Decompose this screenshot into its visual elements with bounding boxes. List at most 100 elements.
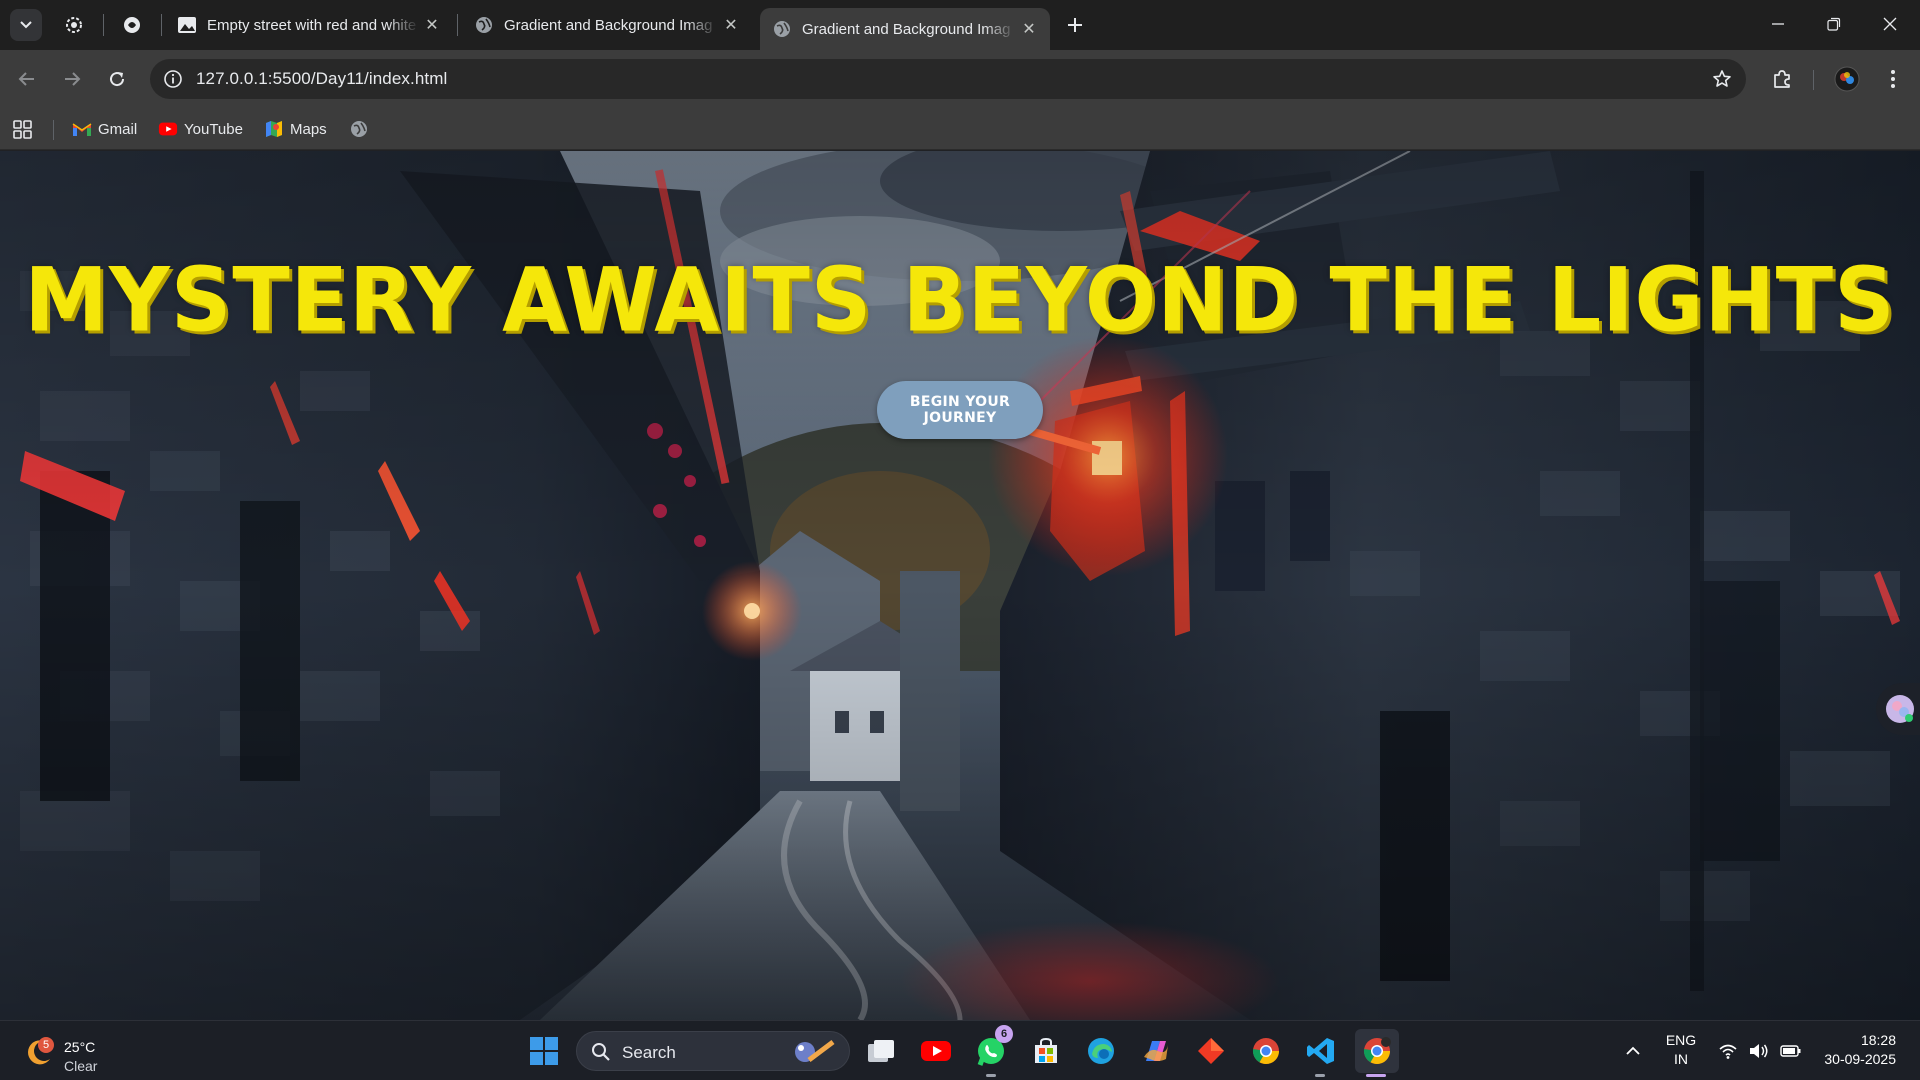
search-icon: [592, 1043, 610, 1061]
task-view-icon: [868, 1040, 894, 1062]
minimize-icon: [1772, 23, 1784, 25]
chevron-up-icon: [1626, 1046, 1640, 1055]
arrow-right-icon: [65, 72, 81, 86]
close-icon[interactable]: ✕: [718, 12, 744, 38]
close-icon[interactable]: ✕: [1016, 16, 1042, 42]
pinned-tab-1[interactable]: [60, 11, 88, 39]
chrome-icon: [1252, 1038, 1280, 1065]
chrome-app-button[interactable]: [1248, 1033, 1284, 1069]
start-button[interactable]: [526, 1033, 562, 1069]
puzzle-icon: [1774, 70, 1790, 88]
wifi-icon: [1719, 1044, 1737, 1059]
tab-2[interactable]: Gradient and Background Imag ✕: [462, 8, 752, 42]
extensions-button[interactable]: [1765, 62, 1799, 96]
bookmark-label: YouTube: [184, 120, 243, 138]
assistant-avatar-icon: [1886, 695, 1914, 723]
bookmark-gmail[interactable]: Gmail: [72, 116, 137, 142]
tab-divider: [457, 14, 458, 36]
pinned-tab-2[interactable]: [118, 11, 146, 39]
new-tab-button[interactable]: [1060, 10, 1090, 40]
close-window-button[interactable]: [1862, 0, 1918, 48]
reload-button[interactable]: [100, 62, 134, 96]
store-app-button[interactable]: [1028, 1033, 1064, 1069]
edge-app-button[interactable]: [1083, 1033, 1119, 1069]
store-icon: [1035, 1037, 1057, 1063]
tab-title: Gradient and Background Imag: [802, 20, 1011, 38]
tab-title: Gradient and Background Imag: [504, 16, 713, 34]
youtube-icon: [921, 1041, 951, 1061]
globe-icon: [349, 119, 369, 139]
tab-search-button[interactable]: [10, 9, 42, 41]
apps-grid-icon[interactable]: [12, 118, 34, 140]
hero-headline: MYSTERY AWAITS BEYOND THE LIGHTS: [24, 248, 1896, 352]
close-icon: [1883, 17, 1897, 31]
arrow-left-icon: [18, 72, 34, 86]
diamond-app-icon: [1198, 1038, 1224, 1064]
language-code: ENG: [1665, 1032, 1697, 1048]
tab-divider: [161, 14, 162, 36]
chatgpt-icon: [124, 17, 140, 33]
clock[interactable]: 18:28 30-09-2025: [1810, 1032, 1910, 1067]
bookmark-youtube[interactable]: YouTube: [158, 116, 243, 142]
reload-icon: [110, 72, 125, 87]
weather-condition: Clear: [64, 1058, 98, 1074]
search-placeholder: Search: [622, 1043, 676, 1062]
floating-assistant-widget[interactable]: [1876, 683, 1920, 735]
youtube-icon: [158, 119, 178, 139]
tab-title: Empty street with red and white: [207, 16, 417, 34]
minimize-button[interactable]: [1750, 0, 1806, 48]
show-hidden-icons-button[interactable]: [1615, 1033, 1651, 1069]
youtube-app-button[interactable]: [918, 1033, 954, 1069]
forward-button[interactable]: [55, 62, 89, 96]
maps-icon: [264, 119, 284, 139]
red-diamond-app-button[interactable]: [1193, 1033, 1229, 1069]
close-icon[interactable]: ✕: [419, 12, 445, 38]
taskbar-search-box[interactable]: Search: [576, 1031, 850, 1071]
page-viewport: MYSTERY AWAITS BEYOND THE LIGHTS BEGIN Y…: [0, 151, 1920, 1020]
search-highlight-icon: [795, 1040, 835, 1062]
running-indicator: [1315, 1074, 1325, 1077]
chrome-icon: [1363, 1037, 1391, 1065]
windows-taskbar: 5 25°C Clear Search 6 ENG IN 18:28 30-09…: [0, 1020, 1920, 1080]
language-indicator[interactable]: ENG IN: [1664, 1032, 1698, 1067]
weather-widget[interactable]: 5 25°C Clear: [22, 1031, 152, 1074]
tab-1[interactable]: Empty street with red and white ✕: [165, 8, 453, 42]
whatsapp-app-button[interactable]: 6: [973, 1025, 1013, 1069]
restore-button[interactable]: [1806, 0, 1862, 48]
address-bar[interactable]: 127.0.0.1:5500/Day11/index.html: [150, 59, 1746, 99]
begin-journey-button[interactable]: BEGIN YOUR JOURNEY: [877, 381, 1043, 439]
url-text[interactable]: 127.0.0.1:5500/Day11/index.html: [196, 69, 447, 89]
edge-icon: [1088, 1038, 1114, 1064]
volume-icon: [1750, 1044, 1768, 1058]
browser-toolbar: 127.0.0.1:5500/Day11/index.html: [0, 50, 1920, 108]
browser-menu-button[interactable]: [1876, 62, 1910, 96]
more-vertical-icon: [1891, 70, 1895, 88]
active-indicator: [1366, 1074, 1386, 1077]
system-tray-quick-settings[interactable]: [1712, 1033, 1808, 1069]
copilot-app-button[interactable]: [1138, 1033, 1174, 1069]
bookmark-maps[interactable]: Maps: [264, 116, 327, 142]
bookmark-globe[interactable]: [349, 116, 375, 142]
image-site-icon: [177, 15, 197, 35]
globe-icon: [474, 15, 494, 35]
chrome-active-app-button[interactable]: [1355, 1029, 1399, 1073]
copilot-icon: [1144, 1041, 1168, 1061]
task-view-button[interactable]: [863, 1033, 899, 1069]
bookmark-star-icon[interactable]: [1710, 67, 1734, 91]
bookmark-label: Gmail: [98, 120, 138, 138]
clock-time: 18:28: [1860, 1032, 1896, 1048]
tab-strip: Empty street with red and white ✕ Gradie…: [0, 0, 1920, 50]
vscode-app-button[interactable]: [1303, 1033, 1339, 1069]
globe-icon: [772, 19, 792, 39]
clock-date: 30-09-2025: [1824, 1051, 1896, 1067]
profile-avatar[interactable]: [1830, 62, 1864, 96]
whatsapp-badge: 6: [995, 1025, 1013, 1043]
tab-3-active[interactable]: Gradient and Background Imag ✕: [760, 8, 1050, 50]
toolbar-divider: [1813, 70, 1814, 90]
running-indicator: [986, 1074, 996, 1077]
back-button[interactable]: [10, 62, 44, 96]
tab-divider: [103, 14, 104, 36]
battery-icon: [1780, 1045, 1801, 1057]
site-info-icon[interactable]: [160, 66, 186, 92]
avatar-icon: [1834, 66, 1860, 92]
